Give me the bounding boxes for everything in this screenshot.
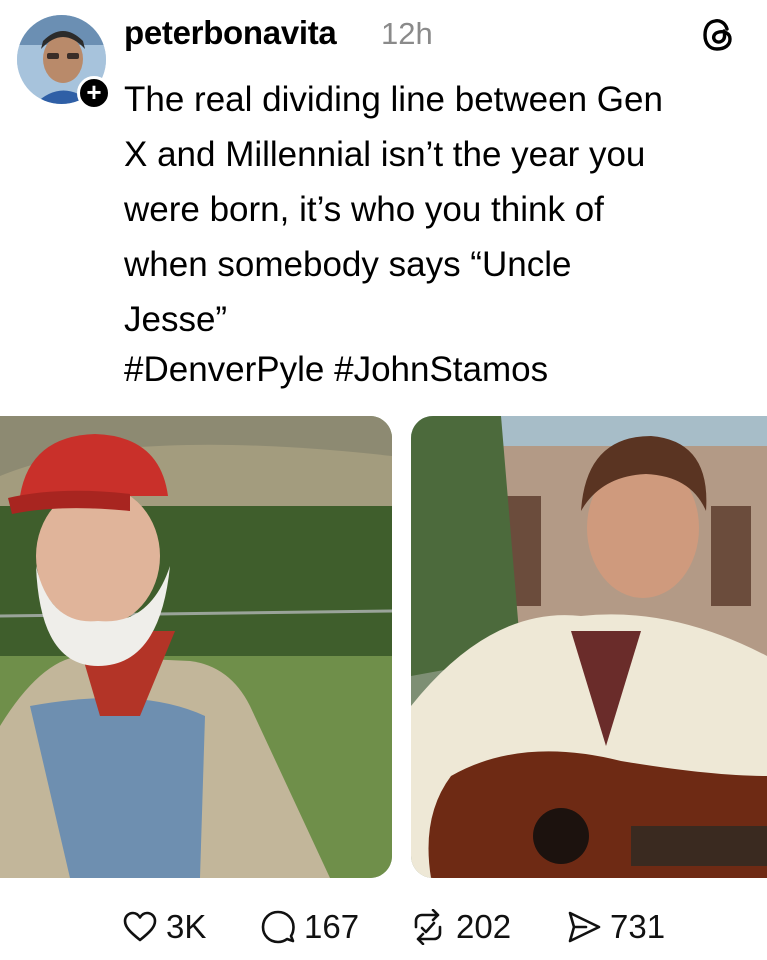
username[interactable]: peterbonavita: [124, 14, 337, 52]
follow-plus-icon[interactable]: +: [77, 76, 111, 110]
share-button[interactable]: 731: [566, 904, 665, 950]
reply-count: 167: [304, 908, 360, 945]
threads-logo-icon[interactable]: [700, 16, 736, 54]
share-count: 731: [610, 908, 666, 945]
reply-button[interactable]: 167: [260, 904, 359, 950]
post-hashtags[interactable]: #DenverPyle #JohnStamos: [124, 345, 548, 395]
heart-icon: [123, 911, 157, 942]
comment-icon: [261, 910, 295, 944]
repost-count: 202: [456, 908, 512, 945]
post-text: The real dividing line between Gen X and…: [124, 80, 663, 339]
like-count: 3K: [166, 908, 207, 945]
photo-john-stamos[interactable]: [411, 416, 767, 878]
repost-button[interactable]: 202: [408, 904, 511, 950]
repost-icon: [414, 909, 442, 945]
send-icon: [568, 911, 601, 943]
like-button[interactable]: 3K: [122, 904, 206, 950]
post-timestamp: 12h: [381, 16, 433, 51]
photo-denver-pyle[interactable]: [0, 416, 392, 878]
